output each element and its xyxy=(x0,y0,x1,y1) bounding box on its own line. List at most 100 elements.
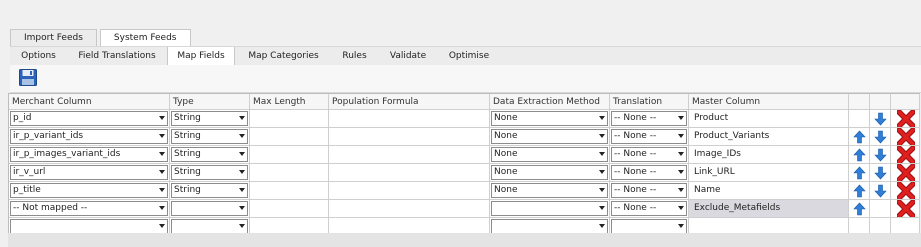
max-length-cell[interactable] xyxy=(250,128,329,146)
translation-select[interactable]: -- None -- xyxy=(611,165,687,180)
merchant-column-select[interactable]: p_title xyxy=(10,183,168,198)
type-select[interactable]: String xyxy=(171,183,248,198)
merchant-column-select[interactable]: ir_p_variant_ids xyxy=(10,129,168,144)
subtab-optimise[interactable]: Optimise xyxy=(439,47,499,65)
arrow-down-icon[interactable] xyxy=(874,148,887,162)
chevron-down-icon xyxy=(159,134,165,138)
merchant-column-select[interactable]: ir_p_images_variant_ids xyxy=(10,147,168,162)
chevron-down-icon xyxy=(239,116,245,120)
tab-system-feeds[interactable]: System Feeds xyxy=(99,29,191,46)
translation-select[interactable] xyxy=(611,219,687,234)
max-length-cell[interactable] xyxy=(250,182,329,200)
translation-cell: -- None -- xyxy=(610,182,689,200)
translation-cell: -- None -- xyxy=(610,146,689,164)
population-formula-cell[interactable] xyxy=(329,110,490,128)
data-extraction-select-value: None xyxy=(494,149,518,159)
subtab-map-categories[interactable]: Map Categories xyxy=(235,47,332,65)
merchant-cell: ir_p_variant_ids xyxy=(9,128,170,146)
subtab-options[interactable]: Options xyxy=(10,47,67,65)
master-column-value: Image_IDs xyxy=(694,149,741,159)
chevron-down-icon xyxy=(159,116,165,120)
delete-x-icon[interactable] xyxy=(897,200,915,218)
population-formula-cell[interactable] xyxy=(329,200,490,218)
population-formula-cell[interactable] xyxy=(329,128,490,146)
header-action-3 xyxy=(891,94,920,110)
type-select[interactable]: String xyxy=(171,147,248,162)
merchant-column-select-value: ir_v_url xyxy=(13,167,46,177)
delete-cell xyxy=(891,128,920,146)
translation-select[interactable]: -- None -- xyxy=(611,147,687,162)
data-extraction-select[interactable]: None xyxy=(491,183,608,198)
chevron-down-icon xyxy=(239,152,245,156)
max-length-cell[interactable] xyxy=(250,110,329,128)
chevron-down-icon xyxy=(599,170,605,174)
translation-select[interactable]: -- None -- xyxy=(611,183,687,198)
type-select[interactable]: String xyxy=(171,129,248,144)
arrow-up-icon[interactable] xyxy=(853,202,866,216)
translation-cell: -- None -- xyxy=(610,128,689,146)
arrow-down-icon[interactable] xyxy=(874,184,887,198)
subtab-rules[interactable]: Rules xyxy=(332,47,377,65)
delete-x-icon[interactable] xyxy=(897,182,915,200)
tab-import-feeds[interactable]: Import Feeds xyxy=(10,29,97,46)
data-extraction-select[interactable]: None xyxy=(491,147,608,162)
arrow-up-icon[interactable] xyxy=(853,184,866,198)
master-column-value: Name xyxy=(694,185,721,195)
type-select[interactable]: String xyxy=(171,165,248,180)
delete-cell xyxy=(891,146,920,164)
arrow-down-icon[interactable] xyxy=(874,130,887,144)
merchant-column-select[interactable]: ir_v_url xyxy=(10,165,168,180)
translation-select[interactable]: -- None -- xyxy=(611,111,687,126)
delete-x-icon[interactable] xyxy=(897,128,915,146)
delete-x-icon[interactable] xyxy=(897,110,915,128)
data-extraction-select[interactable]: None xyxy=(491,129,608,144)
chevron-down-icon xyxy=(239,224,245,228)
merchant-column-select[interactable] xyxy=(10,219,168,234)
move-down-cell xyxy=(870,110,891,128)
arrow-up-icon[interactable] xyxy=(853,166,866,180)
arrow-down-icon[interactable] xyxy=(874,166,887,180)
population-formula-cell[interactable] xyxy=(329,182,490,200)
merchant-column-select[interactable]: -- Not mapped -- xyxy=(10,201,168,216)
translation-select[interactable]: -- None -- xyxy=(611,129,687,144)
save-icon[interactable] xyxy=(19,69,37,86)
arrow-up-icon[interactable] xyxy=(853,148,866,162)
data-extraction-select[interactable] xyxy=(491,201,608,216)
translation-select-value: -- None -- xyxy=(614,113,657,123)
arrow-down-icon[interactable] xyxy=(874,112,887,126)
population-formula-cell[interactable] xyxy=(329,164,490,182)
max-length-cell[interactable] xyxy=(250,200,329,218)
data-extraction-select[interactable]: None xyxy=(491,165,608,180)
merchant-column-select-value: p_title xyxy=(13,185,41,195)
translation-select-value: -- None -- xyxy=(614,131,657,141)
type-select[interactable] xyxy=(171,219,248,234)
max-length-cell[interactable] xyxy=(250,146,329,164)
chevron-down-icon xyxy=(678,170,684,174)
type-select-value: String xyxy=(174,185,201,195)
population-formula-cell[interactable] xyxy=(329,146,490,164)
merchant-cell: p_title xyxy=(9,182,170,200)
arrow-up-icon[interactable] xyxy=(853,130,866,144)
type-select[interactable] xyxy=(171,201,248,216)
merchant-column-select[interactable]: p_id xyxy=(10,111,168,126)
subtab-map-fields[interactable]: Map Fields xyxy=(167,47,235,65)
delete-x-icon[interactable] xyxy=(897,146,915,164)
subtab-field-translations[interactable]: Field Translations xyxy=(67,47,167,65)
move-up-cell xyxy=(849,200,870,218)
chevron-down-icon xyxy=(599,134,605,138)
data-extraction-select[interactable] xyxy=(491,219,608,234)
subtab-validate[interactable]: Validate xyxy=(377,47,439,65)
header-type: Type xyxy=(170,94,250,110)
data-extraction-select-value: None xyxy=(494,131,518,141)
toolbar xyxy=(10,65,921,93)
type-select[interactable]: String xyxy=(171,111,248,126)
translation-select[interactable]: -- None -- xyxy=(611,201,687,216)
extraction-cell: None xyxy=(490,128,610,146)
max-length-cell[interactable] xyxy=(250,164,329,182)
extraction-cell xyxy=(490,200,610,218)
delete-x-icon[interactable] xyxy=(897,164,915,182)
data-extraction-select[interactable]: None xyxy=(491,111,608,126)
translation-select-value: -- None -- xyxy=(614,203,657,213)
master-column-cell: Link_URL xyxy=(689,164,849,182)
move-down-cell xyxy=(870,128,891,146)
